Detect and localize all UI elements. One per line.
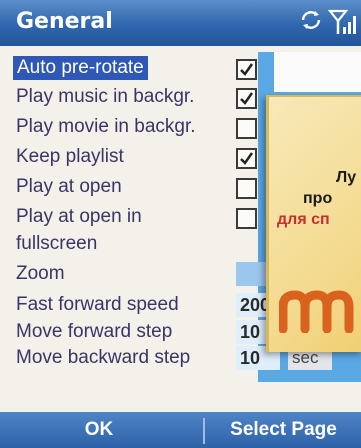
softkey-divider [203, 418, 205, 444]
promo-line-2: про [303, 190, 333, 207]
promo-banner[interactable]: Лу про для сп [266, 95, 361, 352]
page-title: General [16, 9, 113, 34]
play-music-checkbox[interactable] [236, 88, 257, 109]
setting-label: Zoom [16, 263, 65, 284]
setting-label: Play music in backgr. [16, 86, 195, 107]
select-page-button[interactable]: Select Page [206, 412, 361, 448]
softkey-bar: OK Select Page [0, 412, 361, 448]
title-bar: General [0, 0, 361, 46]
setting-label: Move backward step [16, 347, 191, 368]
promo-logo-icon [279, 290, 354, 333]
setting-label: Play at open in [16, 206, 142, 227]
promo-line-1: Лу [336, 169, 357, 186]
play-at-open-checkbox[interactable] [236, 178, 257, 199]
signal-icon [327, 7, 358, 42]
auto-pre-rotate-checkbox[interactable] [236, 59, 257, 80]
play-movie-checkbox[interactable] [236, 118, 257, 139]
checkmark-icon [240, 152, 254, 165]
promo-line-3: для сп [277, 211, 330, 228]
setting-label: Play movie in backgr. [16, 116, 196, 137]
checkmark-icon [240, 63, 254, 76]
checkmark-icon [240, 92, 254, 105]
keep-playlist-checkbox[interactable] [236, 148, 257, 169]
setting-label: Move forward step [16, 321, 173, 342]
setting-label: Fast forward speed [16, 294, 179, 315]
setting-label: Play at open [16, 176, 122, 197]
setting-label: fullscreen [16, 233, 98, 254]
setting-label: Keep playlist [16, 146, 124, 167]
play-at-open-fullscreen-checkbox[interactable] [236, 208, 257, 229]
setting-label: Auto pre-rotate [13, 56, 148, 80]
rotate-icon[interactable] [298, 7, 324, 38]
side-panel-top [274, 52, 361, 92]
ok-button[interactable]: OK [0, 412, 198, 448]
